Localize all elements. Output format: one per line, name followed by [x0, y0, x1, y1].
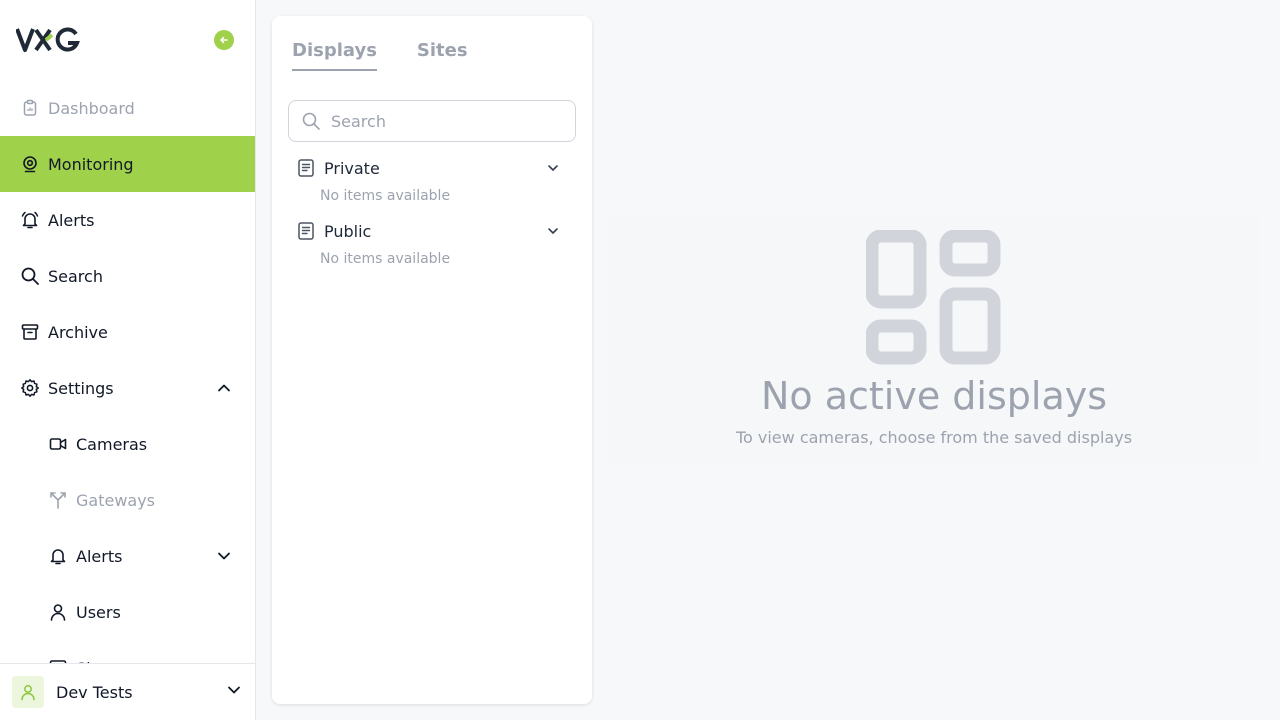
sidebar-item-cameras[interactable]: Cameras — [0, 416, 255, 472]
tab-sites[interactable]: Sites — [417, 40, 468, 71]
bell-icon — [48, 546, 68, 566]
collapse-sidebar-button[interactable] — [214, 30, 234, 50]
gateway-icon — [48, 490, 68, 510]
search-input[interactable] — [331, 111, 561, 131]
tab-displays[interactable]: Displays — [292, 40, 377, 71]
group-header-private[interactable]: Private — [296, 156, 568, 180]
group-header-public[interactable]: Public — [296, 219, 568, 243]
sidebar-item-label: Alerts — [48, 210, 95, 230]
arrow-left-icon — [220, 36, 228, 44]
displays-panel: Displays Sites Private No items availabl… — [272, 16, 592, 704]
search-icon — [20, 266, 40, 286]
chevron-up-icon[interactable] — [214, 378, 234, 398]
account-switcher[interactable]: Dev Tests — [0, 663, 255, 720]
avatar — [12, 676, 44, 708]
sidebar-item-label: Archive — [48, 322, 108, 342]
sidebar-nav: Dashboard Monitoring Alerts Search Archi… — [0, 80, 255, 696]
empty-note: No items available — [320, 251, 451, 267]
search-icon — [302, 112, 320, 130]
vxg-logo[interactable] — [16, 26, 80, 54]
sidebar-item-label: Gateways — [76, 490, 156, 510]
sidebar-item-archive[interactable]: Archive — [0, 304, 255, 360]
sidebar-item-label: Settings — [48, 378, 114, 398]
account-name: Dev Tests — [56, 682, 133, 702]
bell-alert-icon — [20, 210, 40, 230]
sidebar-item-alerts[interactable]: Alerts — [0, 192, 255, 248]
group-label: Public — [324, 221, 372, 241]
webcam-icon — [20, 154, 40, 174]
group-public: Public No items available — [296, 219, 568, 267]
sidebar-item-search[interactable]: Search — [0, 248, 255, 304]
document-icon — [298, 222, 314, 240]
empty-subtitle: To view cameras, choose from the saved d… — [735, 428, 1133, 447]
sidebar-item-label: Alerts — [76, 546, 123, 566]
document-icon — [298, 159, 314, 177]
group-label: Private — [324, 158, 380, 178]
chevron-down-icon[interactable] — [546, 160, 560, 179]
empty-note: No items available — [320, 188, 451, 204]
empty-title: No active displays — [760, 374, 1108, 418]
user-icon — [48, 602, 68, 622]
sidebar-item-monitoring[interactable]: Monitoring — [0, 136, 255, 192]
archive-icon — [20, 322, 40, 342]
sidebar-item-label: Search — [48, 266, 103, 286]
sidebar-item-label: Dashboard — [48, 98, 135, 118]
chevron-down-icon[interactable] — [214, 546, 234, 566]
sidebar-item-label: Users — [76, 602, 121, 622]
chevron-down-icon — [226, 682, 242, 702]
gear-icon — [20, 378, 40, 398]
search-box — [288, 100, 576, 142]
sidebar-item-dashboard[interactable]: Dashboard — [0, 80, 255, 136]
sidebar-item-users[interactable]: Users — [0, 584, 255, 640]
sidebar-item-settings[interactable]: Settings — [0, 360, 255, 416]
sidebar-item-alerts-settings[interactable]: Alerts — [0, 528, 255, 584]
video-camera-icon — [48, 434, 68, 454]
panel-tabs: Displays Sites — [292, 40, 468, 71]
dashboard-layout-icon — [866, 230, 1001, 365]
sidebar-item-label: Monitoring — [48, 154, 134, 174]
chevron-down-icon[interactable] — [546, 223, 560, 242]
group-private: Private No items available — [296, 156, 568, 204]
clipboard-icon — [20, 98, 40, 118]
vxg-logo-mark — [16, 27, 80, 52]
sidebar: Dashboard Monitoring Alerts Search Archi… — [0, 0, 256, 720]
user-icon — [21, 685, 35, 701]
sidebar-item-label: Cameras — [76, 434, 148, 454]
empty-state: No active displays To view cameras, choo… — [608, 216, 1260, 462]
sidebar-item-gateways[interactable]: Gateways — [0, 472, 255, 528]
